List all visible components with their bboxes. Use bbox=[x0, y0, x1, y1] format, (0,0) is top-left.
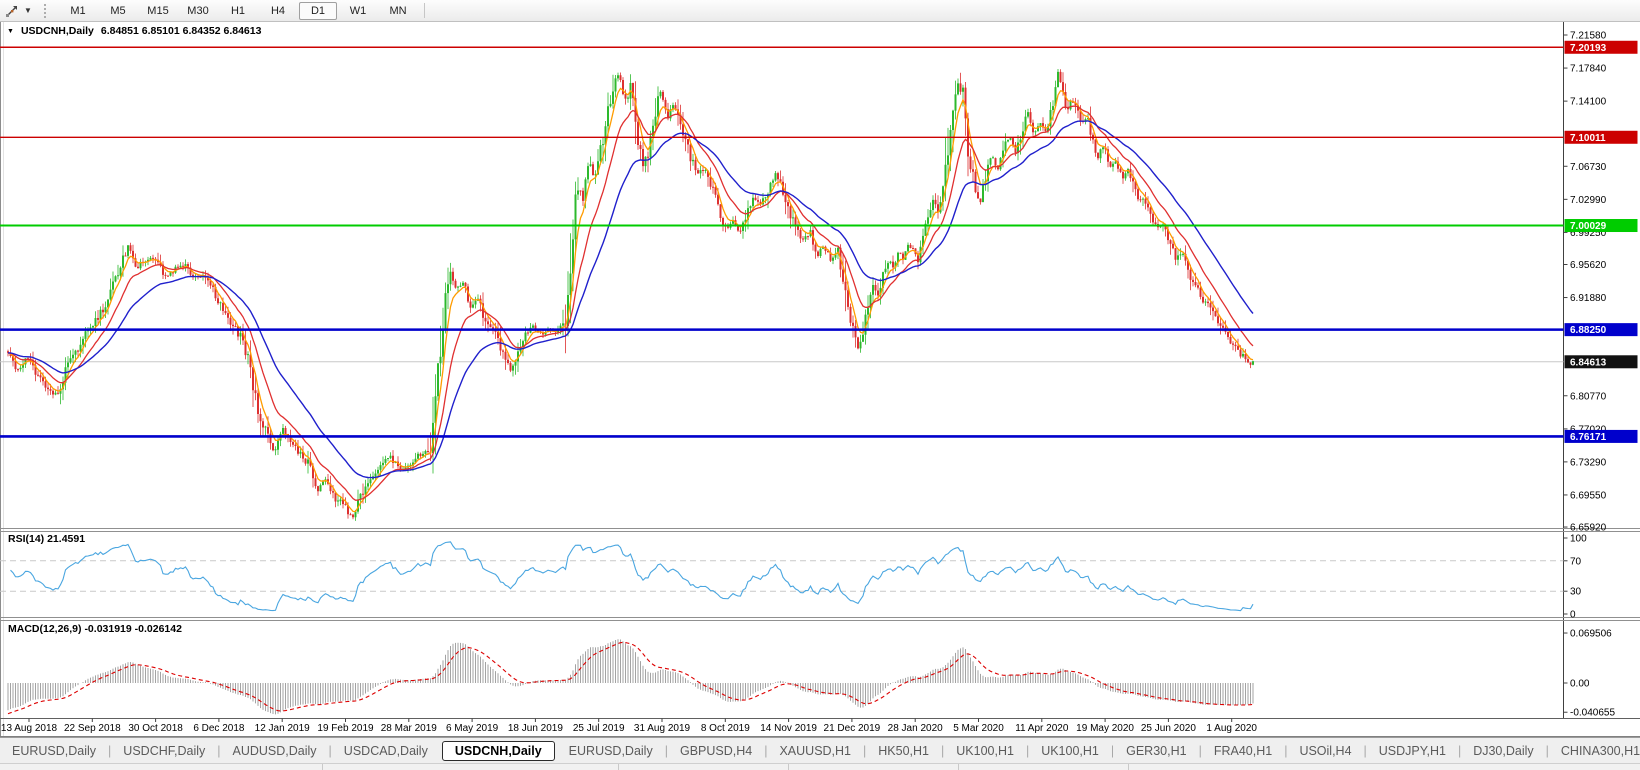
price-tick-label: 6.91880 bbox=[1570, 293, 1607, 304]
timeframe-button-w1[interactable]: W1 bbox=[339, 2, 377, 20]
tab-hk50-h1-8[interactable]: HK50,H1 bbox=[866, 744, 941, 758]
timeframe-button-group: M1M5M15M30H1H4D1W1MN bbox=[58, 2, 418, 20]
price-level-label: 6.88250 bbox=[1570, 325, 1607, 336]
date-tick-label: 14 Nov 2019 bbox=[760, 723, 817, 734]
date-tick-label: 19 Feb 2019 bbox=[317, 723, 374, 734]
price-tick-label: 6.65920 bbox=[1570, 523, 1607, 534]
tab-eurusd-daily-0[interactable]: EURUSD,Daily bbox=[0, 744, 108, 758]
date-tick-label: 1 Aug 2020 bbox=[1206, 723, 1257, 734]
rsi-tick-label: 0 bbox=[1570, 610, 1576, 621]
price-tick-label: 6.69550 bbox=[1570, 490, 1607, 501]
date-tick-label: 21 Dec 2019 bbox=[824, 723, 881, 734]
date-tick-label: 18 Jun 2019 bbox=[508, 723, 563, 734]
chart-ohlc-values: 6.84851 6.85101 6.84352 6.84613 bbox=[101, 25, 262, 37]
tab-uk100-h1-10[interactable]: UK100,H1 bbox=[1029, 744, 1111, 758]
tab-uk100-h1-9[interactable]: UK100,H1 bbox=[944, 744, 1026, 758]
price-tick-label: 6.73290 bbox=[1570, 457, 1607, 468]
tab-xauusd-h1-7[interactable]: XAUUSD,H1 bbox=[767, 744, 863, 758]
timeframe-button-h4[interactable]: H4 bbox=[259, 2, 297, 20]
timeframe-button-m1[interactable]: M1 bbox=[59, 2, 97, 20]
price-level-label: 7.10011 bbox=[1570, 133, 1606, 144]
tab-usoil-h4-13[interactable]: USOil,H4 bbox=[1287, 744, 1363, 758]
toolbar-separator bbox=[424, 3, 425, 18]
status-bar-divider bbox=[1128, 764, 1129, 770]
price-tick-label: 7.17840 bbox=[1570, 64, 1607, 75]
timeframe-button-d1[interactable]: D1 bbox=[299, 2, 337, 20]
price-tick-label: 7.14100 bbox=[1570, 97, 1607, 108]
date-tick-label: 5 Mar 2020 bbox=[953, 723, 1004, 734]
collapse-triangle-icon[interactable]: ▼ bbox=[7, 28, 14, 35]
price-level-label: 7.00029 bbox=[1570, 221, 1607, 232]
status-bar-divider bbox=[322, 764, 323, 770]
date-tick-label: 22 Sep 2018 bbox=[64, 723, 121, 734]
timeframe-button-mn[interactable]: MN bbox=[379, 2, 417, 20]
date-tick-label: 25 Jun 2020 bbox=[1141, 723, 1196, 734]
date-tick-label: 6 May 2019 bbox=[446, 723, 499, 734]
tab-china300-h1-16[interactable]: CHINA300,H1 bbox=[1549, 744, 1640, 758]
timeframe-button-m15[interactable]: M15 bbox=[139, 2, 177, 20]
macd-tick-label: 0.069506 bbox=[1570, 629, 1612, 640]
chart-background bbox=[0, 21, 1640, 737]
tab-usdcad-daily-3[interactable]: USDCAD,Daily bbox=[332, 744, 440, 758]
price-tick-label: 6.80770 bbox=[1570, 391, 1607, 402]
date-tick-label: 11 Apr 2020 bbox=[1015, 723, 1069, 734]
price-tick-label: 7.06730 bbox=[1570, 162, 1607, 173]
date-tick-label: 28 Jan 2020 bbox=[888, 723, 943, 734]
date-tick-label: 19 May 2020 bbox=[1076, 723, 1134, 734]
chart-symbol-period: USDCNH,Daily bbox=[21, 25, 94, 37]
timeframe-button-h1[interactable]: H1 bbox=[219, 2, 257, 20]
price-tick-label: 7.02990 bbox=[1570, 195, 1607, 206]
price-tick-label: 7.21580 bbox=[1570, 31, 1607, 42]
macd-tick-label: -0.040655 bbox=[1570, 708, 1615, 719]
tab-dj30-daily-15[interactable]: DJ30,Daily bbox=[1461, 744, 1545, 758]
date-tick-label: 12 Jan 2019 bbox=[255, 723, 310, 734]
tab-usdjpy-h1-14[interactable]: USDJPY,H1 bbox=[1367, 744, 1458, 758]
date-tick-label: 13 Aug 2018 bbox=[1, 723, 58, 734]
date-tick-label: 30 Oct 2018 bbox=[128, 723, 183, 734]
rsi-tick-label: 30 bbox=[1570, 587, 1582, 598]
chart-tab-bar: EURUSD,Daily|USDCHF,Daily|AUDUSD,Daily|U… bbox=[0, 737, 1640, 764]
date-tick-label: 28 Mar 2019 bbox=[381, 723, 438, 734]
chart-canvas[interactable]: 7.215807.178407.141007.067307.029906.992… bbox=[0, 0, 1640, 737]
rsi-tick-label: 100 bbox=[1570, 534, 1587, 545]
date-tick-label: 8 Oct 2019 bbox=[701, 723, 750, 734]
tab-usdcnh-daily-4[interactable]: USDCNH,Daily bbox=[442, 741, 555, 761]
tab-audusd-daily-2[interactable]: AUDUSD,Daily bbox=[221, 744, 329, 758]
status-bar-divider bbox=[618, 764, 619, 770]
macd-tick-label: 0.00 bbox=[1570, 679, 1590, 690]
rsi-label: RSI(14) 21.4591 bbox=[8, 533, 85, 545]
chart-title: ▼ USDCNH,Daily 6.84851 6.85101 6.84352 6… bbox=[7, 25, 261, 37]
rsi-tick-label: 70 bbox=[1570, 556, 1582, 567]
toolbar: ▼ M1M5M15M30H1H4D1W1MN bbox=[0, 0, 1640, 22]
timeframe-button-m30[interactable]: M30 bbox=[179, 2, 217, 20]
timeframe-button-m5[interactable]: M5 bbox=[99, 2, 137, 20]
date-tick-label: 25 Jul 2019 bbox=[573, 723, 625, 734]
price-level-label: 6.76171 bbox=[1570, 432, 1607, 443]
tab-fra40-h1-12[interactable]: FRA40,H1 bbox=[1202, 744, 1284, 758]
crosshair-tool-icon[interactable] bbox=[2, 2, 22, 20]
macd-label: MACD(12,26,9) -0.031919 -0.026142 bbox=[8, 623, 182, 635]
tab-usdchf-daily-1[interactable]: USDCHF,Daily bbox=[111, 744, 217, 758]
current-price-label: 6.84613 bbox=[1570, 357, 1607, 368]
tab-eurusd-daily-5[interactable]: EURUSD,Daily bbox=[557, 744, 665, 758]
tab-ger30-h1-11[interactable]: GER30,H1 bbox=[1114, 744, 1198, 758]
status-bar-divider bbox=[788, 764, 789, 770]
date-tick-label: 6 Dec 2018 bbox=[193, 723, 245, 734]
price-level-label: 7.20193 bbox=[1570, 43, 1607, 54]
toolbar-grip-handle bbox=[44, 4, 50, 18]
date-tick-label: 31 Aug 2019 bbox=[634, 723, 691, 734]
price-tick-label: 6.95620 bbox=[1570, 260, 1607, 271]
tab-gbpusd-h4-6[interactable]: GBPUSD,H4 bbox=[668, 744, 764, 758]
status-bar-divider bbox=[958, 764, 959, 770]
dropdown-arrow-icon[interactable]: ▼ bbox=[22, 6, 34, 15]
